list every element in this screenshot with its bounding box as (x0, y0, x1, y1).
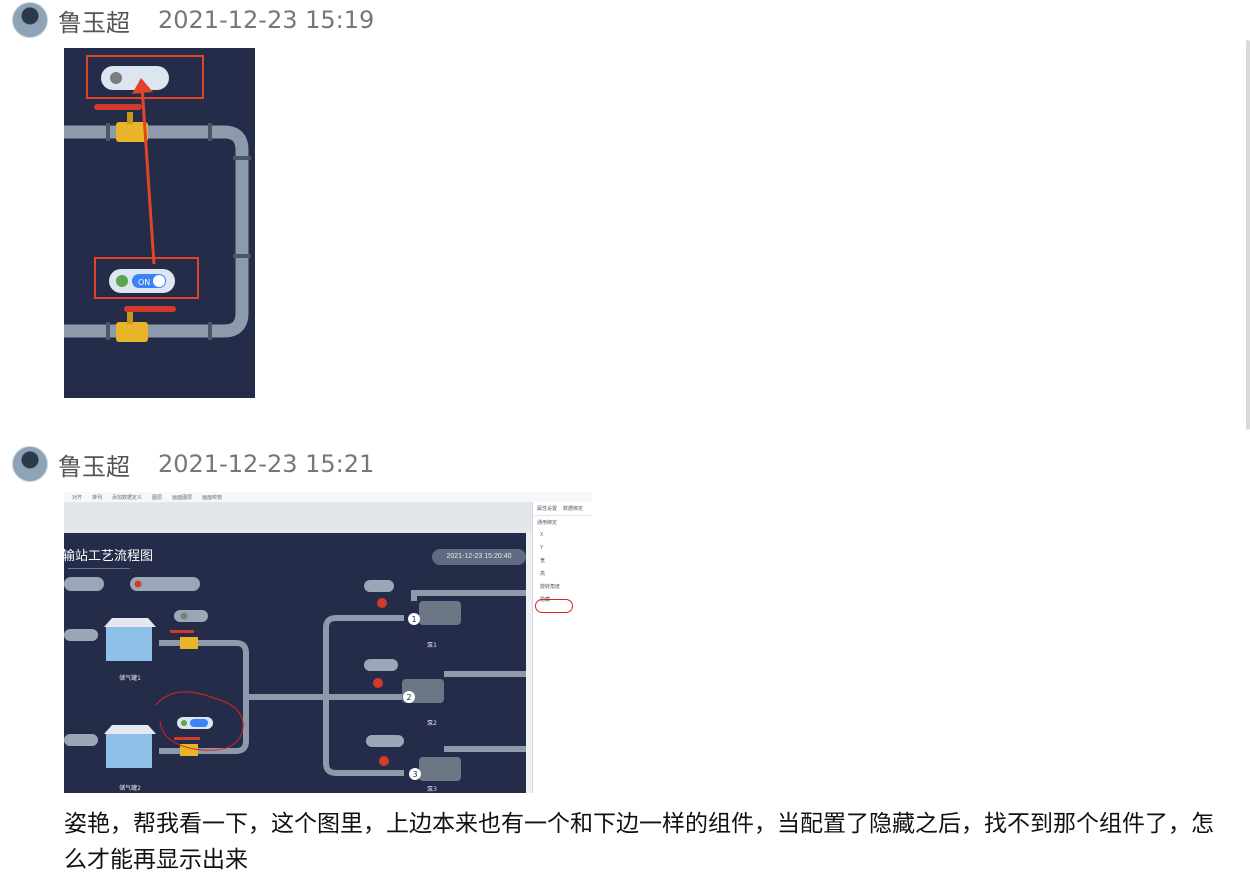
panel-row-height[interactable]: 高 (540, 568, 592, 581)
status-indicator-icon (116, 275, 128, 287)
highlight-circle (535, 599, 573, 613)
image-attachment-2[interactable]: 对齐 排列 添加数据定义 图层 画面图层 画面校核 输站工艺流程图 2021-12-23 … (64, 492, 592, 793)
pump-number: 3 (412, 770, 417, 779)
toggle-label: ON (138, 278, 150, 287)
scrollbar[interactable] (1246, 40, 1250, 430)
pump-label: 泵2 (427, 720, 437, 727)
panel-row-rotation[interactable]: 旋转角度 (540, 581, 592, 594)
timestamp: 2021-12-23 15:19 (158, 6, 375, 34)
pump-label: 泵1 (427, 642, 437, 649)
tank-label: 储气罐2 (119, 784, 141, 792)
editor-menubar: 对齐 排列 添加数据定义 图层 画面图层 画面校核 (64, 492, 592, 502)
tab-properties[interactable]: 属性设置 (537, 505, 557, 512)
avatar[interactable] (12, 2, 48, 38)
pump-number: 2 (406, 693, 411, 702)
avatar[interactable] (12, 446, 48, 482)
tank-icon (104, 618, 156, 768)
image-attachment-1[interactable]: ON (64, 48, 255, 398)
pump-icon (402, 601, 461, 781)
message-header: 鲁玉超 2021-12-23 15:19 (12, 2, 374, 38)
tank-label: 储气罐1 (119, 674, 141, 682)
panel-row-width[interactable]: 宽 (540, 555, 592, 568)
timestamp: 2021-12-23 15:21 (158, 450, 375, 478)
status-indicator-icon (110, 72, 122, 84)
panel-row-x[interactable]: X (540, 529, 592, 542)
message-text: 姿艳，帮我看一下，这个图里，上边本来也有一个和下边一样的组件，当配置了隐藏之后，… (64, 811, 1214, 873)
sender-name[interactable]: 鲁玉超 (58, 447, 130, 482)
pump-number: 1 (411, 615, 416, 624)
tab-data-binding[interactable]: 数据绑定 (563, 505, 583, 512)
message-header: 鲁玉超 2021-12-23 15:21 (12, 446, 374, 482)
sender-name[interactable]: 鲁玉超 (58, 3, 130, 38)
panel-row-y[interactable]: Y (540, 542, 592, 555)
pump-label: 泵3 (427, 786, 437, 793)
panel-section-title: 通用绑定 (537, 520, 558, 526)
properties-panel: 属性设置 数据绑定 通用绑定 X Y 宽 高 旋转角度 隐藏 (532, 502, 592, 793)
editor-canvas[interactable]: 输站工艺流程图 2021-12-23 15:20:40 1 2 3 储气罐1 储… (64, 533, 526, 793)
